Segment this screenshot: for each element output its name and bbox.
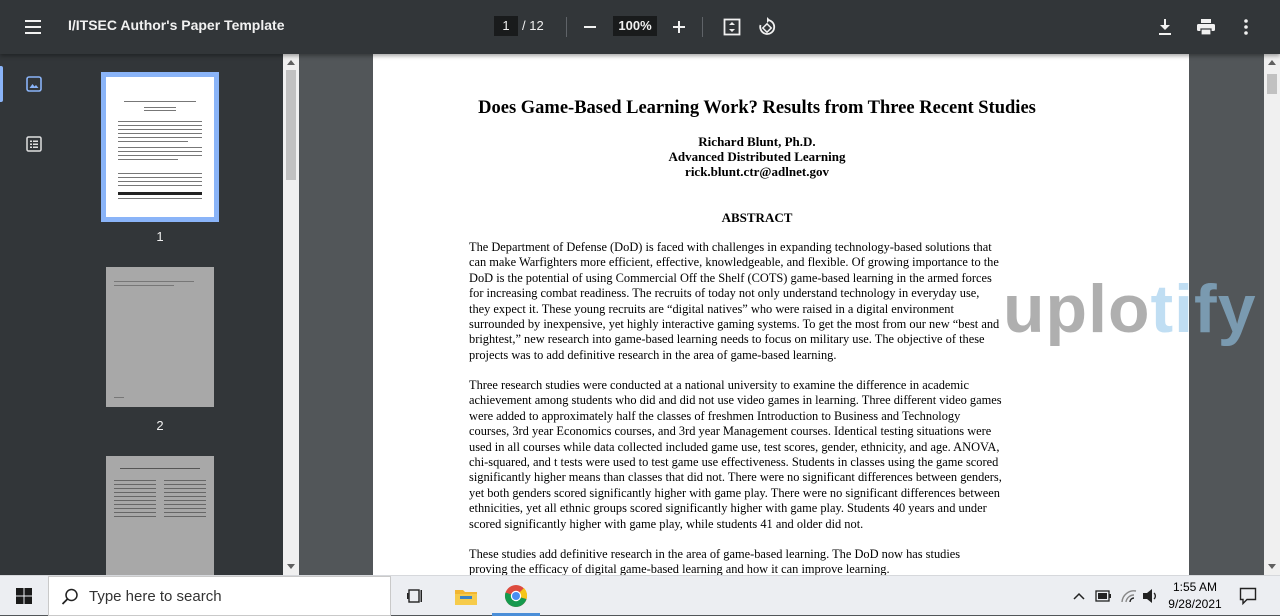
document-scrollbar[interactable]	[1264, 54, 1280, 575]
tray-chevron-icon[interactable]	[1069, 586, 1089, 606]
scrollbar-thumb[interactable]	[286, 70, 296, 180]
search-placeholder: Type here to search	[89, 588, 222, 605]
page-thumbnail[interactable]	[106, 267, 214, 407]
taskbar-clock[interactable]: 1:55 AM 9/28/2021	[1162, 579, 1228, 613]
file-explorer-icon[interactable]	[442, 576, 490, 616]
text-line: used in all courses while data collected…	[469, 439, 1000, 454]
document-title: I/ITSEC Author's Paper Template	[68, 17, 285, 33]
text-line: achievement among students who did and d…	[469, 393, 1002, 408]
text-line: courses, 3rd year Economics courses, and…	[469, 424, 992, 439]
text-line: they expect it. These young recruits are…	[469, 301, 954, 316]
abstract-paragraph-3: These studies add definitive research in…	[469, 547, 1049, 575]
abstract-paragraph-1: The Department of Defense (DoD) is faced…	[469, 240, 1049, 363]
menu-icon[interactable]	[22, 15, 46, 39]
page-thumbnail[interactable]	[106, 456, 214, 575]
sidebar-strip	[0, 54, 68, 575]
zoom-out-icon[interactable]	[576, 13, 604, 41]
scrollbar-thumb[interactable]	[1267, 74, 1277, 94]
scroll-down-icon[interactable]	[1268, 564, 1276, 569]
author-email: rick.blunt.ctr@adlnet.gov	[685, 164, 829, 179]
windows-start-icon[interactable]	[0, 576, 48, 616]
scroll-up-icon[interactable]	[1268, 60, 1276, 65]
zoom-in-icon[interactable]	[665, 13, 693, 41]
watermark-logo: uplotify	[1003, 270, 1257, 348]
text-line: proving the efficacy of digital game-bas…	[469, 562, 890, 575]
taskbar-search-input[interactable]: Type here to search	[48, 576, 391, 616]
more-vert-icon[interactable]	[1232, 13, 1260, 41]
outline-icon[interactable]	[20, 130, 48, 158]
toolbar-divider	[566, 17, 567, 37]
windows-taskbar: Type here to search 1:55 AM 9/28/2021	[0, 575, 1280, 616]
search-icon	[61, 588, 78, 605]
paper-title: Does Game-Based Learning Work? Results f…	[478, 98, 1036, 118]
active-indicator	[0, 66, 3, 102]
thumbnail-pane: 1 2	[68, 54, 283, 575]
author-name: Richard Blunt, Ph.D.	[698, 134, 816, 149]
text-line: DoD is the potential of using Commercial…	[469, 270, 992, 285]
clock-date: 9/28/2021	[1168, 597, 1222, 611]
pdf-toolbar: I/ITSEC Author's Paper Template 1 / 12 1…	[0, 0, 1280, 54]
print-icon[interactable]	[1192, 13, 1220, 41]
zoom-level-input[interactable]: 100%	[613, 16, 657, 36]
battery-icon[interactable]	[1093, 586, 1113, 606]
text-line: yet both genders scored significantly hi…	[469, 485, 1001, 500]
text-line: The Department of Defense (DoD) is faced…	[469, 240, 992, 254]
text-line: scored significantly higher with game pl…	[469, 516, 864, 531]
rotate-icon[interactable]	[753, 13, 781, 41]
thumbnail-label: 1	[156, 229, 164, 244]
text-line: These studies add definitive research in…	[469, 547, 961, 561]
author-org: Advanced Distributed Learning	[668, 149, 846, 164]
text-line: projects was to add definitive research …	[469, 347, 837, 362]
text-line: chi-squared, and t tests were used to te…	[469, 455, 999, 470]
text-line: brightest,” new research into game-based…	[469, 332, 985, 347]
download-icon[interactable]	[1151, 13, 1179, 41]
task-view-icon[interactable]	[392, 576, 440, 616]
thumbnail-label: 2	[156, 418, 164, 433]
scroll-down-icon[interactable]	[287, 564, 295, 569]
scroll-up-icon[interactable]	[287, 60, 295, 65]
chrome-icon[interactable]	[492, 576, 540, 616]
page-thumbnail[interactable]	[101, 72, 219, 222]
watermark-accent-text: tify	[1150, 271, 1257, 347]
notification-icon[interactable]	[1238, 586, 1258, 606]
text-line: can make Warfighters more efficient, eff…	[469, 255, 999, 270]
volume-icon[interactable]	[1141, 586, 1161, 606]
text-line: Three research studies were conducted at…	[469, 378, 969, 392]
clock-time: 1:55 AM	[1172, 580, 1218, 594]
text-line: significantly higher means than classes …	[469, 470, 1002, 485]
fit-page-icon[interactable]	[718, 13, 746, 41]
page-number-input[interactable]: 1	[494, 16, 518, 36]
abstract-heading: ABSTRACT	[721, 210, 793, 225]
abstract-paragraph-2: Three research studies were conducted at…	[469, 378, 1049, 532]
toolbar-divider	[702, 17, 703, 37]
wifi-icon[interactable]	[1119, 586, 1139, 606]
thumbnails-icon[interactable]	[20, 70, 48, 98]
page-total: / 12	[522, 18, 544, 33]
text-line: ethnicities, yet all ethnic groups score…	[469, 501, 987, 516]
text-line: surrounded by inexpensive, yet highly in…	[469, 317, 1000, 332]
thumbnail-scrollbar[interactable]	[283, 54, 299, 575]
text-line: for increasing combat readiness. The rec…	[469, 286, 980, 301]
watermark-text: uplo	[1003, 271, 1151, 347]
text-line: were added to approximately half the cla…	[469, 408, 961, 423]
